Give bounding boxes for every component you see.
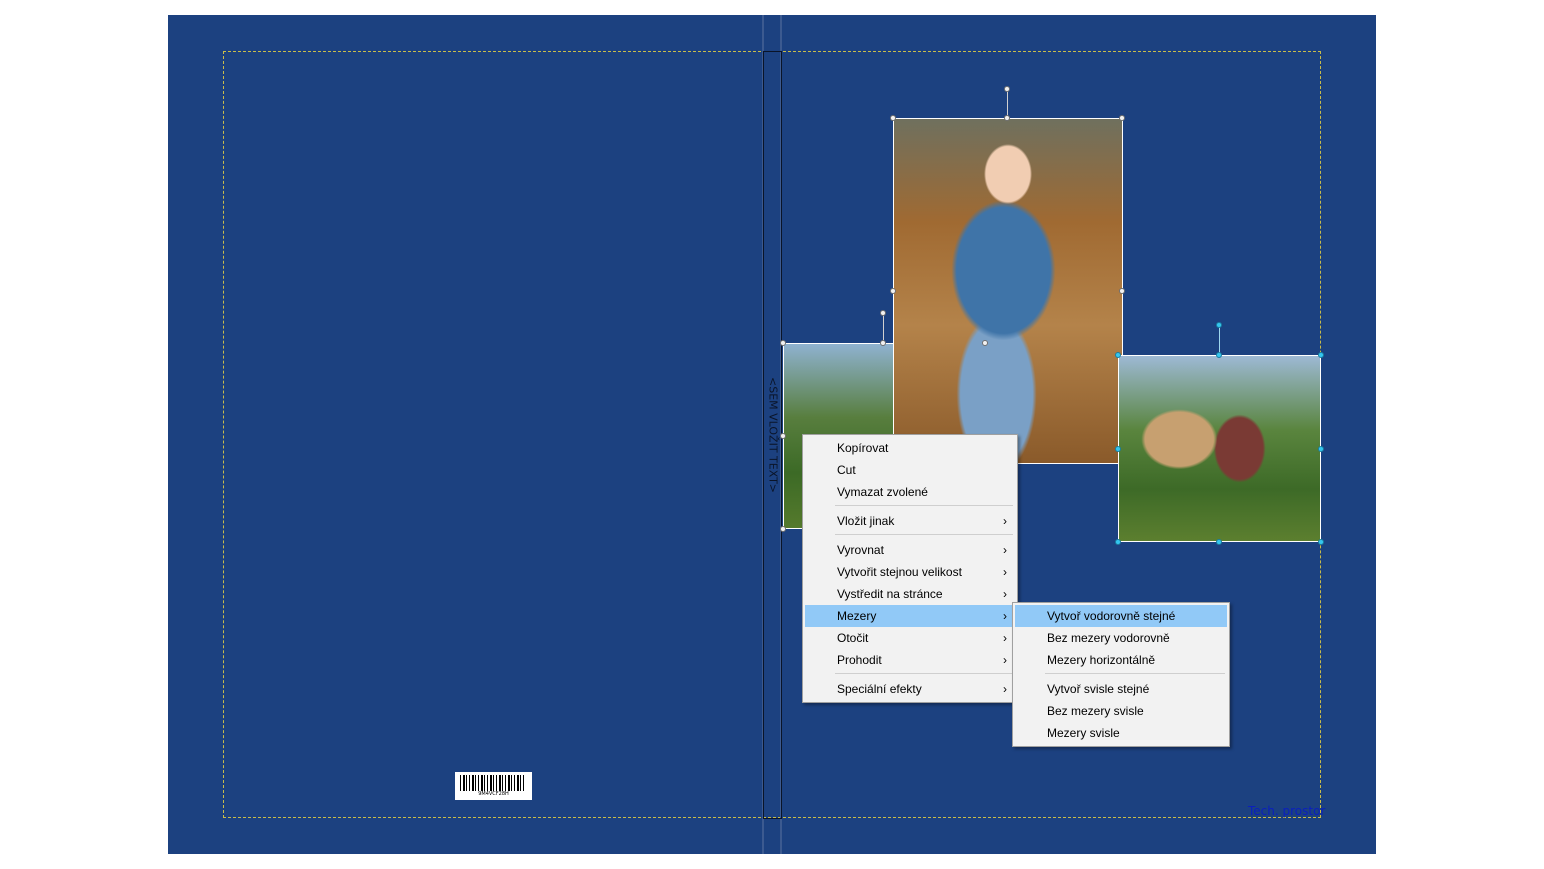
menu-item-special-effects[interactable]: Speciální efekty › bbox=[805, 678, 1015, 700]
menu-item-label: Vystředit na stránce bbox=[837, 587, 943, 601]
submenu-item-spacing-horizontal[interactable]: Mezery horizontálně bbox=[1015, 649, 1227, 671]
resize-handle[interactable] bbox=[1115, 446, 1121, 452]
menu-item-paste-special[interactable]: Vložit jinak › bbox=[805, 510, 1015, 532]
menu-separator bbox=[835, 673, 1013, 674]
resize-handle[interactable] bbox=[1115, 352, 1121, 358]
rotate-stem bbox=[1007, 90, 1008, 118]
menu-item-label: Bez mezery vodorovně bbox=[1047, 631, 1170, 645]
resize-handle[interactable] bbox=[780, 433, 786, 439]
menu-item-label: Bez mezery svisle bbox=[1047, 704, 1144, 718]
rotate-handle[interactable] bbox=[1216, 322, 1222, 328]
rotate-handle[interactable] bbox=[880, 310, 886, 316]
spine-text[interactable]: <SEM VLOŽIT TEXT> bbox=[767, 377, 780, 493]
resize-handle[interactable] bbox=[880, 340, 886, 346]
menu-item-cut[interactable]: Cut bbox=[805, 459, 1015, 481]
photo-family-right[interactable] bbox=[1118, 355, 1321, 542]
barcode-bars bbox=[460, 775, 526, 791]
chevron-right-icon: › bbox=[1003, 609, 1007, 623]
menu-item-label: Mezery horizontálně bbox=[1047, 653, 1156, 667]
chevron-right-icon: › bbox=[1003, 543, 1007, 557]
resize-handle[interactable] bbox=[1318, 352, 1324, 358]
resize-handle[interactable] bbox=[1115, 539, 1121, 545]
resize-handle[interactable] bbox=[982, 340, 988, 346]
submenu-item-equal-vertical[interactable]: Vytvoř svisle stejné bbox=[1015, 678, 1227, 700]
menu-item-label: Vyrovnat bbox=[837, 543, 884, 557]
menu-item-label: Mezery svisle bbox=[1047, 726, 1120, 740]
chevron-right-icon: › bbox=[1003, 682, 1007, 696]
rotate-handle[interactable] bbox=[1004, 86, 1010, 92]
chevron-right-icon: › bbox=[1003, 514, 1007, 528]
menu-item-label: Speciální efekty bbox=[837, 682, 922, 696]
menu-item-label: Vytvoř vodorovně stejné bbox=[1047, 609, 1176, 623]
menu-item-label: Mezery bbox=[837, 609, 877, 623]
barcode-number: 9M4VCF28H bbox=[478, 791, 509, 797]
spacing-submenu: Vytvoř vodorovně stejné Bez mezery vodor… bbox=[1012, 602, 1230, 747]
menu-item-label: Vymazat zvolené bbox=[837, 485, 928, 499]
menu-item-delete-selected[interactable]: Vymazat zvolené bbox=[805, 481, 1015, 503]
menu-item-rotate[interactable]: Otočit › bbox=[805, 627, 1015, 649]
photo-boy[interactable] bbox=[893, 118, 1123, 464]
submenu-item-no-gap-vertical[interactable]: Bez mezery svisle bbox=[1015, 700, 1227, 722]
menu-separator bbox=[1045, 673, 1225, 674]
resize-handle[interactable] bbox=[1318, 446, 1324, 452]
resize-handle[interactable] bbox=[890, 288, 896, 294]
resize-handle[interactable] bbox=[1119, 288, 1125, 294]
menu-item-label: Vytvořit stejnou velikost bbox=[837, 565, 962, 579]
chevron-right-icon: › bbox=[1003, 653, 1007, 667]
submenu-item-spacing-vertical[interactable]: Mezery svisle bbox=[1015, 722, 1227, 744]
menu-item-label: Vytvoř svisle stejné bbox=[1047, 682, 1150, 696]
resize-handle[interactable] bbox=[780, 340, 786, 346]
resize-handle[interactable] bbox=[1216, 352, 1222, 358]
chevron-right-icon: › bbox=[1003, 587, 1007, 601]
menu-item-copy[interactable]: Kopírovat bbox=[805, 437, 1015, 459]
resize-handle[interactable] bbox=[1216, 539, 1222, 545]
menu-item-center-on-page[interactable]: Vystředit na stránce › bbox=[805, 583, 1015, 605]
menu-item-label: Vložit jinak bbox=[837, 514, 895, 528]
resize-handle[interactable] bbox=[780, 526, 786, 532]
resize-handle[interactable] bbox=[1119, 115, 1125, 121]
resize-handle[interactable] bbox=[890, 115, 896, 121]
menu-item-same-size[interactable]: Vytvořit stejnou velikost › bbox=[805, 561, 1015, 583]
menu-item-label: Kopírovat bbox=[837, 441, 889, 455]
menu-item-spacing[interactable]: Mezery › bbox=[805, 605, 1015, 627]
resize-handle[interactable] bbox=[1004, 115, 1010, 121]
menu-item-label: Cut bbox=[837, 463, 856, 477]
barcode: 9M4VCF28H bbox=[455, 772, 532, 800]
menu-separator bbox=[835, 505, 1013, 506]
submenu-item-no-gap-horizontal[interactable]: Bez mezery vodorovně bbox=[1015, 627, 1227, 649]
menu-item-swap[interactable]: Prohodit › bbox=[805, 649, 1015, 671]
chevron-right-icon: › bbox=[1003, 631, 1007, 645]
rotate-stem bbox=[1219, 326, 1220, 355]
chevron-right-icon: › bbox=[1003, 565, 1007, 579]
menu-item-label: Otočit bbox=[837, 631, 869, 645]
context-menu: Kopírovat Cut Vymazat zvolené Vložit jin… bbox=[802, 434, 1018, 703]
resize-handle[interactable] bbox=[1318, 539, 1324, 545]
rotate-stem bbox=[883, 314, 884, 343]
submenu-item-equal-horizontal[interactable]: Vytvoř vodorovně stejné bbox=[1015, 605, 1227, 627]
menu-separator bbox=[835, 534, 1013, 535]
menu-item-align[interactable]: Vyrovnat › bbox=[805, 539, 1015, 561]
tech-area-label: Tech. prostor bbox=[1248, 804, 1326, 818]
menu-item-label: Prohodit bbox=[837, 653, 882, 667]
